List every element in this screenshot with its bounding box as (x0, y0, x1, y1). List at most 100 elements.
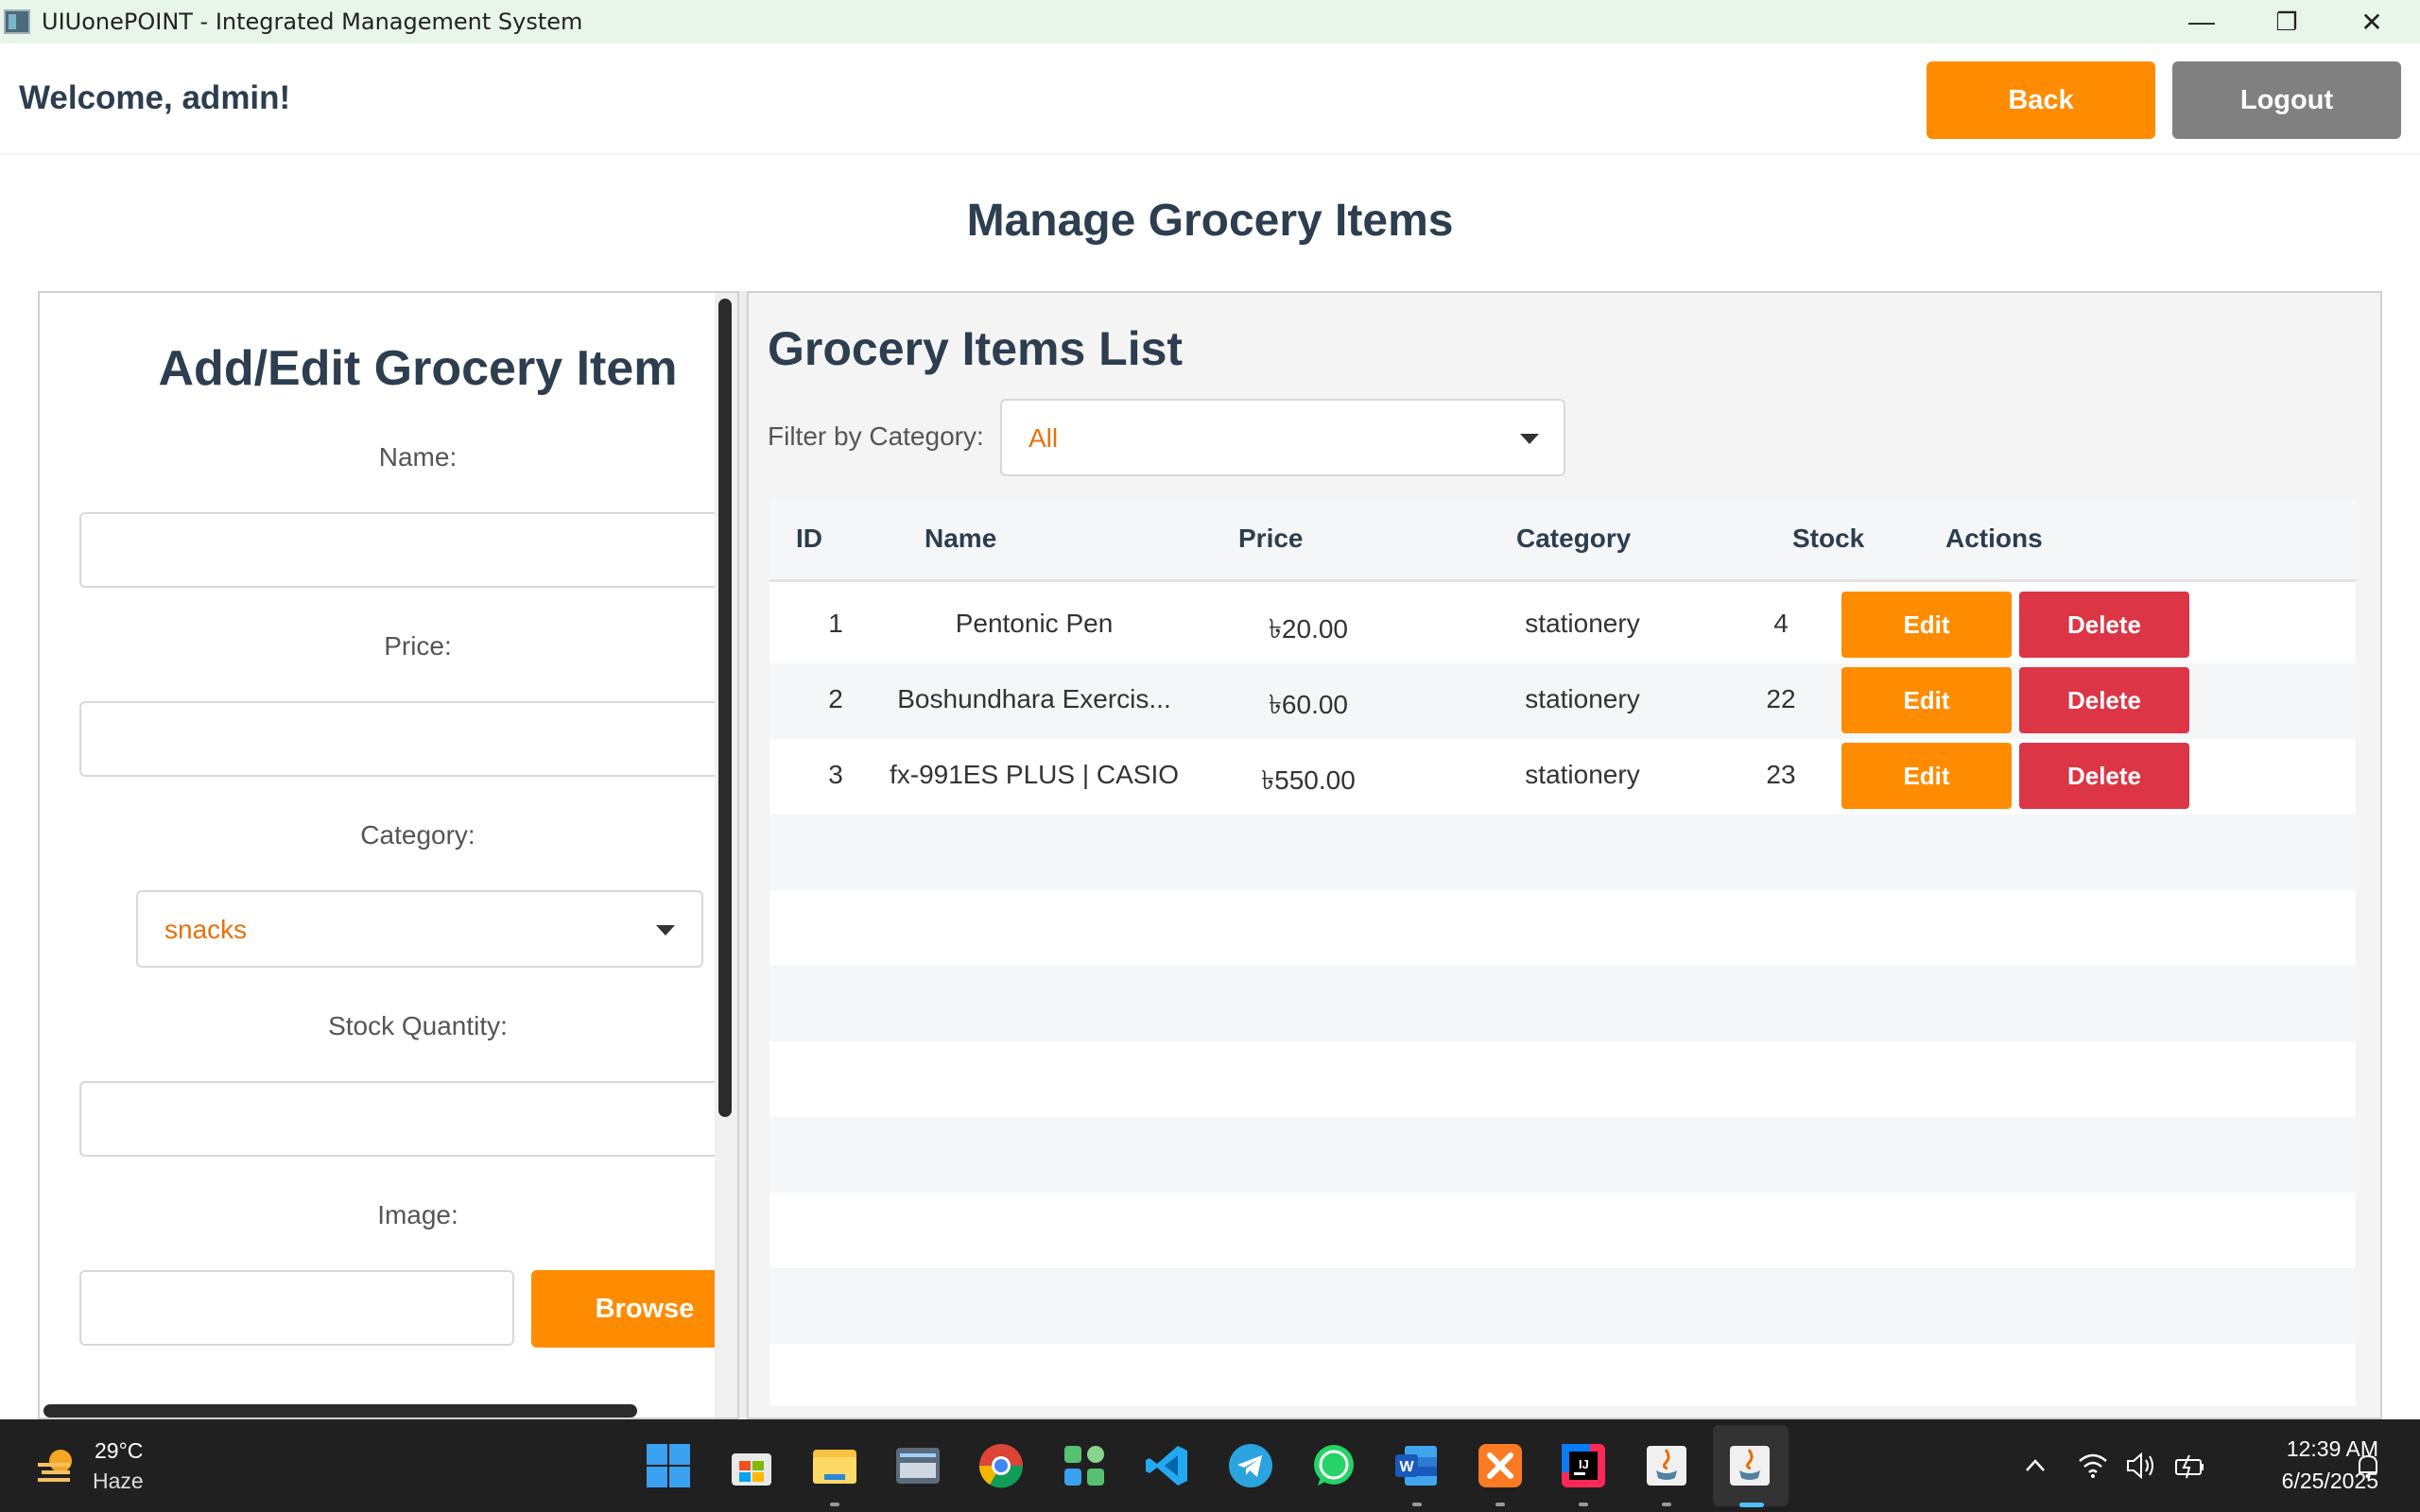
start-icon[interactable] (645, 1442, 692, 1489)
chevron-down-icon (1520, 434, 1539, 444)
column-header-stock[interactable]: Stock (1792, 524, 1864, 554)
list-title: Grocery Items List (768, 322, 1184, 375)
image-path-input[interactable] (79, 1270, 514, 1346)
grocery-items-table: ID Name Price Category Stock Actions 1 P… (769, 499, 2356, 1406)
filter-label: Filter by Category: (768, 421, 984, 451)
cell-id: 2 (828, 684, 843, 713)
cell-name: fx-991ES PLUS | CASIO (889, 760, 1180, 789)
edit-button[interactable]: Edit (1841, 667, 2012, 733)
file-explorer-icon[interactable] (811, 1442, 858, 1489)
welcome-message: Welcome, admin! (19, 79, 291, 116)
notification-bell-icon[interactable] (2354, 1452, 2382, 1480)
running-indicator (830, 1503, 839, 1506)
weather-description[interactable]: Haze (93, 1469, 144, 1494)
telegram-icon[interactable] (1227, 1442, 1274, 1489)
table-row[interactable]: 3 fx-991ES PLUS | CASIO ৳550.00 statione… (769, 739, 2356, 815)
chrome-icon[interactable] (977, 1442, 1025, 1489)
cell-name: Pentonic Pen (955, 609, 1114, 638)
column-header-price[interactable]: Price (1238, 524, 1304, 554)
horizontal-scrollbar[interactable] (43, 1404, 637, 1418)
java-active-icon[interactable] (1726, 1442, 1773, 1489)
logout-button[interactable]: Logout (2172, 61, 2401, 139)
svg-text:IJ: IJ (1579, 1457, 1589, 1471)
column-header-actions: Actions (1945, 524, 2043, 553)
page-title: Manage Grocery Items (966, 196, 1454, 246)
cell-category: stationery (1525, 760, 1640, 789)
empty-row (769, 966, 2356, 1041)
cell-id: 3 (828, 760, 843, 789)
vscode-icon[interactable] (1144, 1442, 1191, 1489)
weather-haze-icon[interactable] (34, 1442, 81, 1489)
empty-row (769, 1193, 2356, 1268)
wifi-icon[interactable] (2078, 1452, 2108, 1480)
weather-temperature[interactable]: 29°C (95, 1438, 143, 1464)
cell-stock: 22 (1766, 684, 1796, 713)
running-indicator (1412, 1503, 1422, 1506)
store-icon[interactable] (728, 1442, 775, 1489)
column-header-id[interactable]: ID (796, 524, 822, 554)
empty-row (769, 1268, 2356, 1344)
category-label: Category: (360, 820, 475, 850)
cell-price: ৳20.00 (1268, 614, 1348, 644)
whatsapp-icon[interactable] (1310, 1442, 1357, 1489)
cell-category: stationery (1525, 609, 1640, 638)
intellij-icon[interactable]: IJ (1560, 1442, 1607, 1489)
price-input[interactable] (79, 701, 737, 777)
form-title: Add/Edit Grocery Item (158, 341, 678, 396)
window-titlebar: UIUonePOINT - Integrated Management Syst… (0, 0, 2420, 43)
stock-label: Stock Quantity: (328, 1011, 508, 1040)
delete-button[interactable]: Delete (2019, 667, 2189, 733)
edit-button[interactable]: Edit (1841, 743, 2012, 809)
edit-button[interactable]: Edit (1841, 592, 2012, 658)
chevron-down-icon (656, 925, 675, 936)
cell-price: ৳60.00 (1268, 690, 1348, 719)
cell-name: Boshundhara Exercis... (897, 684, 1171, 713)
empty-row (769, 1117, 2356, 1193)
image-label: Image: (377, 1200, 458, 1229)
name-input[interactable] (79, 512, 737, 588)
minimize-icon[interactable]: — (2159, 0, 2244, 43)
category-filter-select[interactable]: All (1000, 399, 1565, 476)
volume-icon[interactable] (2125, 1452, 2157, 1480)
svg-text:W: W (1399, 1459, 1414, 1475)
delete-button[interactable]: Delete (2019, 592, 2189, 658)
table-row[interactable]: 1 Pentonic Pen ৳20.00 stationery 4 Edit … (769, 588, 2356, 663)
chevron-up-icon[interactable] (2023, 1453, 2048, 1478)
empty-row (769, 1041, 2356, 1117)
cell-stock: 23 (1766, 760, 1796, 789)
add-edit-form-panel: Add/Edit Grocery Item Name: Price: Categ… (38, 291, 737, 1419)
delete-button[interactable]: Delete (2019, 743, 2189, 809)
app-grid-icon[interactable] (1061, 1442, 1108, 1489)
battery-icon[interactable] (2172, 1452, 2206, 1480)
xampp-icon[interactable] (1477, 1442, 1524, 1489)
word-icon[interactable]: W (1393, 1442, 1441, 1489)
running-indicator (1495, 1503, 1505, 1506)
restore-icon[interactable]: ❐ (2244, 0, 2329, 43)
stock-quantity-input[interactable] (79, 1081, 737, 1157)
java-icon[interactable] (1643, 1442, 1690, 1489)
category-select-value: snacks (164, 915, 248, 944)
cell-stock: 4 (1773, 609, 1789, 638)
panel-splitter[interactable] (737, 291, 749, 1419)
table-row[interactable]: 2 Boshundhara Exercis... ৳60.00 statione… (769, 663, 2356, 739)
vertical-scrollbar[interactable] (718, 299, 732, 1117)
app-header: Welcome, admin! Back Logout (0, 43, 2420, 155)
name-label: Name: (378, 442, 458, 472)
running-indicator (1579, 1503, 1588, 1506)
window-title: UIUonePOINT - Integrated Management Syst… (42, 9, 583, 35)
cell-category: stationery (1525, 684, 1640, 713)
browse-button[interactable]: Browse (531, 1270, 737, 1348)
back-button[interactable]: Back (1927, 61, 2155, 139)
table-header: ID Name Price Category Stock Actions (769, 499, 2356, 582)
close-icon[interactable]: ✕ (2329, 0, 2414, 43)
app-icon (4, 9, 30, 34)
running-indicator (1662, 1503, 1671, 1506)
keyboard-app-icon[interactable] (894, 1442, 942, 1489)
category-select[interactable]: snacks (136, 890, 703, 968)
cell-price: ৳550.00 (1261, 765, 1356, 795)
filter-select-value: All (1028, 423, 1059, 453)
column-header-category[interactable]: Category (1516, 524, 1631, 554)
windows-taskbar: 29°C Haze W IJ 12:39 AM 6/25/2025 (0, 1419, 2420, 1512)
grocery-list-panel: Grocery Items List Filter by Category: A… (749, 291, 2382, 1419)
column-header-name[interactable]: Name (925, 524, 996, 554)
